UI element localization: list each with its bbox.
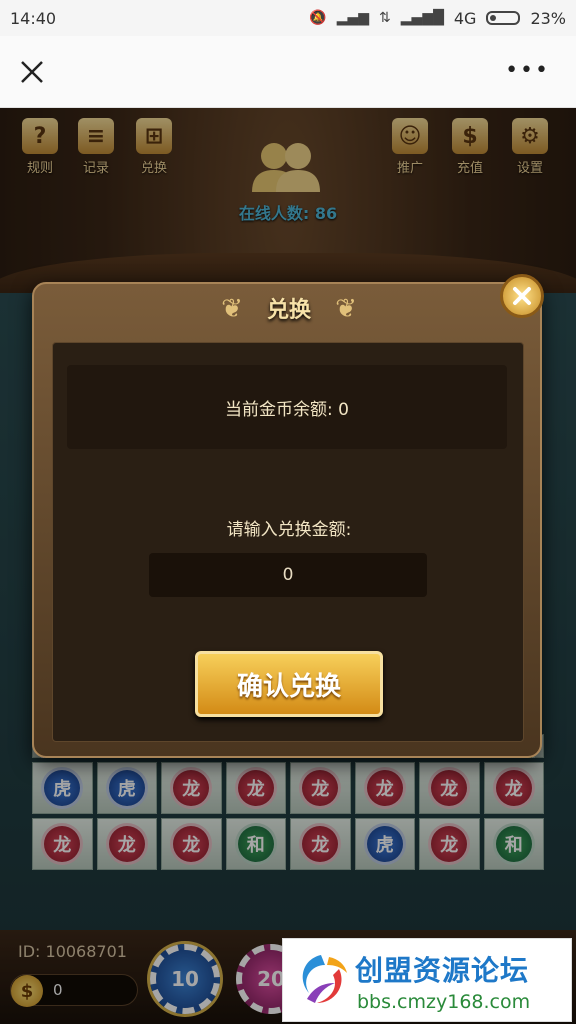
mute-alarm-icon: 🔕: [309, 10, 327, 26]
modal-close-button[interactable]: [500, 274, 544, 318]
amount-prompt: 请输入兑换金额:: [226, 520, 352, 540]
confirm-exchange-button[interactable]: 确认兑换: [195, 651, 383, 717]
watermark-url: bbs.cmzy168.com: [357, 991, 531, 1013]
modal-header: ❦ 兑换 ❦: [34, 292, 544, 324]
current-balance: 当前金币余额: 0: [225, 400, 349, 420]
watermark: 创盟资源论坛 bbs.cmzy168.com: [282, 938, 572, 1022]
signal-strength-icon: ▂▄▆█: [400, 10, 444, 26]
laurel-left-icon: ❦: [221, 294, 243, 324]
close-icon[interactable]: [18, 58, 46, 86]
watermark-title: 创盟资源论坛: [355, 954, 530, 987]
webview-toolbar: •••: [0, 36, 576, 108]
forum-logo: [302, 955, 347, 1003]
exchange-modal: ❦ 兑换 ❦ 当前金币余额: 0 请输入兑换金额: 确认兑换: [32, 274, 544, 758]
modal-body: 当前金币余额: 0 请输入兑换金额: 确认兑换: [52, 342, 524, 742]
status-bar: 14:40 🔕 ▂▄▆ ⇅ ▂▄▆█ 4G 23%: [0, 0, 576, 36]
laurel-right-icon: ❦: [335, 294, 357, 324]
signal-icon: ▂▄▆: [336, 10, 370, 26]
battery-icon: [486, 11, 521, 25]
amount-input[interactable]: [149, 553, 427, 597]
status-right: 🔕 ▂▄▆ ⇅ ▂▄▆█ 4G 23%: [309, 9, 566, 28]
data-transfer-icon: ⇅: [379, 10, 391, 26]
network-type: 4G: [453, 8, 477, 28]
more-options-icon[interactable]: •••: [505, 58, 550, 83]
modal-title: 兑换: [266, 298, 311, 323]
app-screen: 14:40 🔕 ▂▄▆ ⇅ ▂▄▆█ 4G 23% ••• ? 规则 ≡ 记录: [0, 0, 576, 1024]
battery-percent: 23%: [530, 8, 566, 28]
status-time: 14:40: [10, 8, 57, 28]
close-icon: [513, 287, 531, 305]
balance-panel: 当前金币余额: 0: [67, 365, 507, 449]
